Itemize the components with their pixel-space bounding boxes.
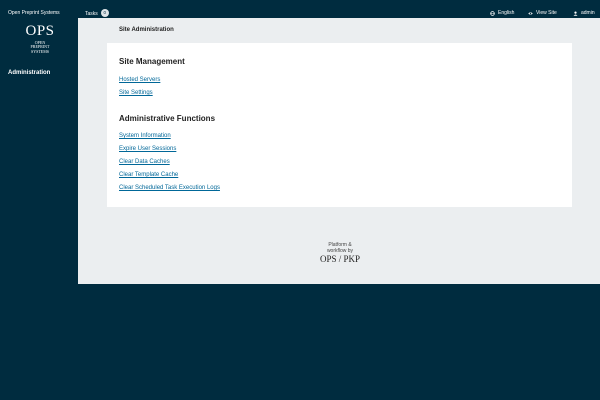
ops-logo[interactable]: OPS OPEN PREPRINT SYSTEMS <box>22 24 58 54</box>
logo-title: OPS <box>25 23 55 39</box>
language-label: English <box>498 10 515 16</box>
eye-icon <box>528 11 533 15</box>
logo-subtitle-line: SYSTEMS <box>30 48 49 54</box>
sidebar-item-administration[interactable]: Administration <box>8 70 50 76</box>
clear-template-cache-link[interactable]: Clear Template Cache <box>119 172 178 178</box>
system-information-link[interactable]: System Information <box>119 133 171 139</box>
hosted-servers-link[interactable]: Hosted Servers <box>119 77 160 83</box>
tasks-button[interactable]: Tasks 0 <box>85 9 109 17</box>
user-label: admin <box>581 10 595 16</box>
page-title: Site Administration <box>119 27 174 33</box>
site-name-link[interactable]: Open Preprint Systems <box>8 10 60 16</box>
language-menu-button[interactable]: English <box>490 10 514 16</box>
view-site-label: View Site <box>536 10 557 16</box>
tasks-label: Tasks <box>85 10 98 17</box>
expire-user-sessions-link[interactable]: Expire User Sessions <box>119 146 176 152</box>
user-icon <box>573 11 578 16</box>
user-menu-button[interactable]: admin <box>573 10 595 16</box>
site-settings-link[interactable]: Site Settings <box>119 90 153 96</box>
clear-data-caches-link[interactable]: Clear Data Caches <box>119 159 170 165</box>
view-site-link[interactable]: View Site <box>528 10 557 16</box>
tasks-count-badge: 0 <box>100 9 109 17</box>
sidebar: OPS OPEN PREPRINT SYSTEMS Administration <box>0 24 78 400</box>
clear-scheduled-task-logs-link[interactable]: Clear Scheduled Task Execution Logs <box>119 185 220 191</box>
pkp-footer-link[interactable]: Platform & workflow by OPS / PKP <box>318 242 362 264</box>
admin-panel: Site Management Hosted Servers Site Sett… <box>107 43 572 207</box>
globe-icon <box>490 10 495 16</box>
administrative-functions-heading: Administrative Functions <box>119 114 216 123</box>
site-management-heading: Site Management <box>119 57 185 66</box>
footer-brand: OPS / PKP <box>319 254 361 264</box>
main-content: Site Administration Site Management Host… <box>78 18 600 284</box>
